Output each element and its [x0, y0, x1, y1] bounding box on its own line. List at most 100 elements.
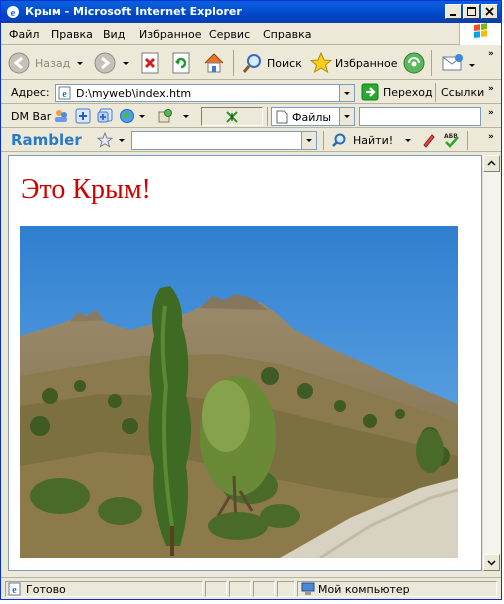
rambler-chevron-icon[interactable]: »	[488, 132, 494, 142]
dm-search-input[interactable]	[359, 107, 481, 126]
dm-chevron-icon[interactable]: »	[488, 108, 494, 118]
dm-globe-dropdown-icon[interactable]	[139, 115, 145, 118]
rambler-search-input[interactable]	[131, 131, 317, 150]
toolbar-separator	[435, 83, 436, 102]
my-computer-icon	[301, 582, 315, 595]
maximize-button[interactable]	[463, 4, 480, 19]
toolbar-separator	[323, 131, 324, 150]
page-done-icon: e	[8, 582, 21, 596]
stop-icon[interactable]	[140, 52, 162, 74]
status-zone-panel: Мой компьютер	[297, 581, 497, 597]
highlight-pencil-icon[interactable]	[421, 132, 437, 148]
browser-window: e Крым - Microsoft Internet Explorer Фай…	[0, 0, 502, 600]
favorites-star-icon[interactable]	[97, 132, 113, 148]
page-viewport[interactable]: Это Крым!	[8, 155, 482, 571]
scroll-track[interactable]	[483, 172, 500, 554]
files-label: Файлы	[292, 111, 332, 124]
chevron-down-icon	[487, 560, 496, 566]
status-panel	[253, 581, 275, 597]
vertical-scrollbar[interactable]	[482, 155, 500, 571]
find-button[interactable]: Найти!	[329, 131, 407, 150]
dm-toggle-button[interactable]	[201, 107, 263, 126]
star-dropdown-icon[interactable]	[119, 139, 125, 142]
toolbar-chevron-icon[interactable]: »	[488, 49, 494, 59]
window-title: Крым - Microsoft Internet Explorer	[25, 5, 242, 18]
page-heading: Это Крым!	[21, 174, 151, 205]
address-url: D:\myweb\index.htm	[76, 87, 192, 100]
dm-tools-dropdown-icon[interactable]	[183, 115, 189, 118]
menu-tools[interactable]: Сервис	[209, 28, 250, 41]
links-label[interactable]: Ссылки	[441, 86, 484, 99]
menu-edit[interactable]: Правка	[51, 28, 93, 41]
address-toolbar: Адрес: e D:\myweb\index.htm Переход Ссыл…	[1, 81, 501, 104]
menu-favorites[interactable]: Избранное	[139, 28, 201, 41]
search-label: Поиск	[267, 57, 302, 70]
svg-text:e: e	[11, 7, 16, 19]
rambler-search-dropdown[interactable]	[301, 132, 316, 149]
menu-help[interactable]: Справка	[263, 28, 311, 41]
dm-globe-icon[interactable]	[119, 108, 135, 124]
chevron-down-icon	[344, 92, 350, 95]
toolbar-separator	[431, 50, 432, 76]
zone-text: Мой компьютер	[318, 583, 410, 596]
back-arrow-icon	[8, 52, 30, 74]
scroll-up-button[interactable]	[483, 155, 500, 172]
toolbar-separator	[233, 50, 234, 76]
go-button[interactable]: Переход	[361, 83, 433, 103]
spellcheck-icon[interactable]: АБВ	[443, 132, 461, 148]
minimize-button[interactable]	[445, 4, 462, 19]
chevron-down-icon	[344, 115, 350, 118]
search-magnifier-icon	[242, 54, 261, 73]
cursor-cross-icon	[226, 111, 238, 123]
back-button[interactable]: Назад	[5, 50, 83, 76]
back-dropdown-icon[interactable]	[77, 62, 83, 65]
home-icon[interactable]	[202, 51, 226, 75]
close-button[interactable]	[481, 4, 498, 19]
find-label: Найти!	[353, 134, 394, 147]
files-dropdown-button[interactable]	[339, 108, 354, 125]
find-dropdown-icon[interactable]	[405, 139, 411, 142]
maximize-icon	[467, 7, 476, 16]
toolbar-separator	[267, 107, 268, 126]
status-panel	[277, 581, 295, 597]
menu-view[interactable]: Вид	[103, 28, 125, 41]
forward-button[interactable]	[91, 50, 131, 76]
favorites-button[interactable]: Избранное	[307, 50, 397, 76]
go-label: Переход	[383, 86, 433, 99]
address-label: Адрес:	[11, 86, 50, 99]
mail-icon[interactable]	[441, 51, 465, 75]
address-dropdown-button[interactable]	[339, 85, 354, 101]
files-select[interactable]: Файлы	[271, 107, 355, 126]
status-panel	[229, 581, 251, 597]
forward-arrow-icon	[94, 52, 116, 74]
dm-toolbar: DM Bar Файлы »	[1, 105, 501, 128]
dm-add-icon[interactable]	[75, 108, 91, 124]
svg-text:e: e	[62, 89, 67, 100]
windows-logo	[459, 23, 501, 45]
mail-dropdown-icon[interactable]	[469, 64, 475, 67]
dm-add-copy-icon[interactable]	[97, 108, 113, 124]
media-icon[interactable]	[402, 51, 426, 75]
favorites-star-icon	[309, 51, 333, 74]
menu-bar: Файл Правка Вид Избранное Сервис Справка	[1, 23, 501, 45]
status-panel	[205, 581, 227, 597]
back-label: Назад	[35, 57, 71, 70]
windows-flag-icon	[474, 23, 487, 39]
search-icon	[332, 133, 346, 147]
go-arrow-icon	[361, 83, 379, 101]
ie-icon: e	[7, 6, 19, 19]
page-icon: e	[58, 86, 71, 100]
forward-dropdown-icon[interactable]	[123, 62, 129, 65]
address-field[interactable]: e D:\myweb\index.htm	[55, 84, 355, 102]
title-bar[interactable]: e Крым - Microsoft Internet Explorer	[1, 1, 501, 23]
rambler-logo[interactable]: Rambler	[11, 131, 82, 149]
links-chevron-icon[interactable]: »	[488, 84, 494, 94]
search-button[interactable]: Поиск	[239, 50, 303, 76]
menu-file[interactable]: Файл	[9, 28, 39, 41]
scroll-down-button[interactable]	[483, 554, 500, 571]
status-main-panel: e Готово	[5, 581, 203, 597]
dm-people-icon[interactable]	[53, 108, 69, 124]
close-icon	[485, 7, 494, 16]
refresh-icon[interactable]	[171, 52, 193, 74]
dm-tools-icon[interactable]	[157, 108, 173, 124]
